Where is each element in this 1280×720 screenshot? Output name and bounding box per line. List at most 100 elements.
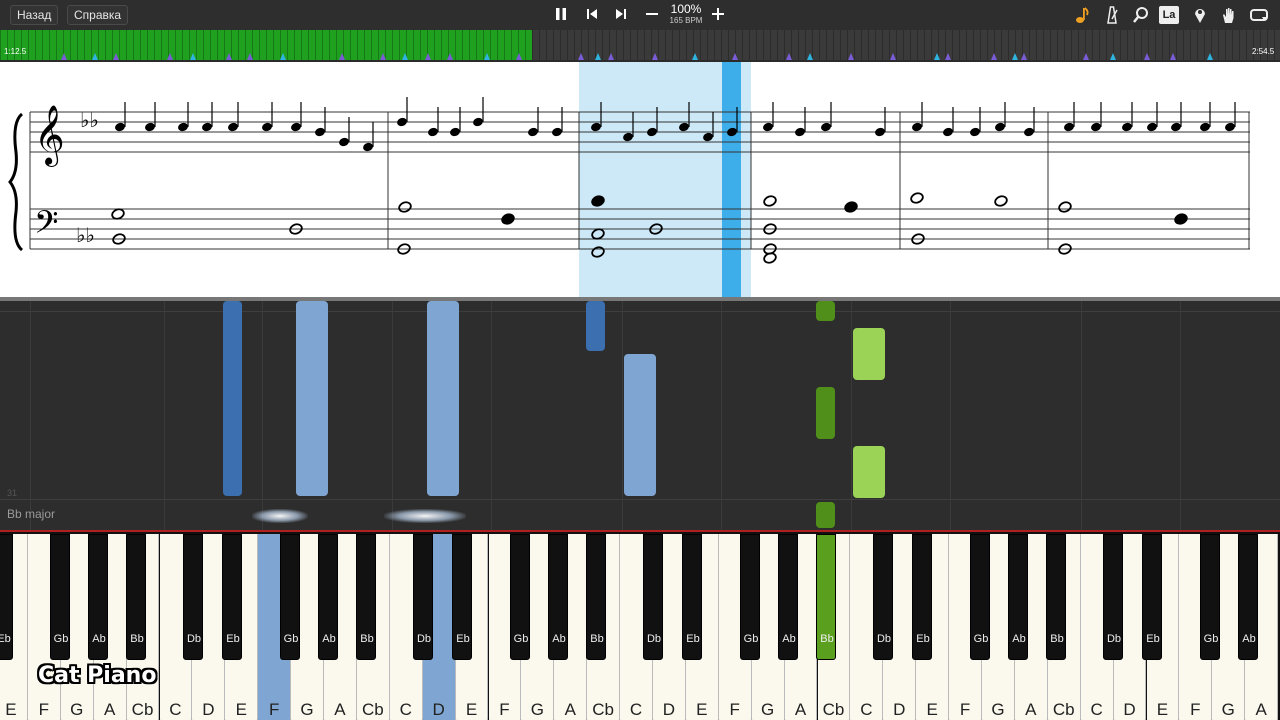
black-key[interactable]: Ab xyxy=(88,534,108,660)
note-head xyxy=(111,208,125,220)
grand-staff-brace xyxy=(8,112,24,252)
current-time: 1:12.5 xyxy=(4,47,27,56)
black-key[interactable]: Db xyxy=(183,534,203,660)
timeline-marker xyxy=(608,53,614,60)
note-head xyxy=(315,127,325,137)
timeline-marker xyxy=(484,53,490,60)
falling-note xyxy=(586,301,605,351)
skip-back-icon[interactable] xyxy=(581,4,603,28)
black-key[interactable]: Ab xyxy=(1008,534,1028,660)
black-key[interactable]: Gb xyxy=(740,534,760,660)
black-key[interactable]: Eb xyxy=(682,534,702,660)
marker-icon[interactable] xyxy=(1189,5,1211,25)
black-key[interactable]: Bb xyxy=(1046,534,1066,660)
key-label: Ab xyxy=(1012,633,1026,645)
key-label: Db xyxy=(646,633,662,645)
black-key[interactable]: Ab xyxy=(318,534,338,660)
help-button[interactable]: Справка xyxy=(67,5,129,25)
note-head xyxy=(1064,122,1074,132)
black-key[interactable]: Eb xyxy=(912,534,932,660)
plus-icon[interactable] xyxy=(707,4,729,28)
black-key[interactable]: Eb xyxy=(1142,534,1162,660)
black-key[interactable]: Db xyxy=(413,534,433,660)
key-label: A xyxy=(1025,700,1037,719)
sheet-music[interactable]: 𝄞 𝄢 ♭♭ ♭♭ xyxy=(0,62,1280,297)
timeline-marker xyxy=(692,53,698,60)
timeline-marker xyxy=(1170,53,1176,60)
hand-icon[interactable] xyxy=(1218,5,1240,25)
note-head xyxy=(763,195,777,207)
black-key[interactable]: Db xyxy=(873,534,893,660)
black-key[interactable]: Eb xyxy=(0,534,13,660)
note-head xyxy=(178,122,188,132)
loop-icon[interactable] xyxy=(1248,5,1270,25)
key-label: E xyxy=(696,700,708,719)
top-toolbar: Назад Справка 100% 165 BPM La xyxy=(0,0,1280,30)
key-label: Ab xyxy=(782,633,796,645)
black-key[interactable]: Eb xyxy=(222,534,242,660)
black-key[interactable]: Db xyxy=(1103,534,1123,660)
black-key[interactable]: Db xyxy=(643,534,663,660)
black-key[interactable]: Bb xyxy=(356,534,376,660)
black-key[interactable]: Gb xyxy=(510,534,530,660)
key-label: A xyxy=(794,700,807,719)
piano-keyboard[interactable]: E F G A Cb C D E F G A Cb C D E F G A Cb C D E F G A Cb C D E F G A Cb C D… xyxy=(0,530,1280,720)
key-label: Gb xyxy=(283,633,299,645)
falling-note xyxy=(296,301,328,496)
note-head xyxy=(1171,122,1181,132)
note-waterfall: 31 Bb major xyxy=(0,297,1280,534)
skip-forward-icon[interactable] xyxy=(610,4,632,28)
black-key[interactable]: Gb xyxy=(50,534,70,660)
key-label: E xyxy=(5,700,17,719)
black-key[interactable]: Bb xyxy=(126,534,146,660)
key-label: Gb xyxy=(973,633,989,645)
pause-icon[interactable] xyxy=(550,4,572,28)
note-head xyxy=(1147,122,1157,132)
note-head xyxy=(1024,127,1034,137)
key-label: F xyxy=(38,700,50,719)
note-head xyxy=(994,195,1008,207)
black-key[interactable]: Gb xyxy=(970,534,990,660)
timeline-marker xyxy=(113,53,119,60)
black-key[interactable]: Ab xyxy=(1238,534,1258,660)
falling-note xyxy=(816,502,835,528)
black-key[interactable]: Eb xyxy=(452,534,472,660)
black-key[interactable]: Bb xyxy=(816,534,836,660)
note-head xyxy=(1058,201,1072,213)
black-key[interactable]: Gb xyxy=(280,534,300,660)
metronome-icon[interactable] xyxy=(1101,5,1123,25)
timeline-marker xyxy=(226,53,232,60)
key-label: Bb xyxy=(820,633,834,645)
note-head xyxy=(552,127,562,137)
key-label: Bb xyxy=(1050,633,1064,645)
search-icon[interactable] xyxy=(1130,5,1152,25)
key-label: E xyxy=(465,700,478,719)
song-timeline[interactable]: 1:12.5 2:54.5 xyxy=(0,30,1280,60)
music-note-icon[interactable] xyxy=(1071,5,1093,25)
timeline-marker xyxy=(1012,53,1018,60)
back-button[interactable]: Назад xyxy=(10,5,59,25)
zoom-percent: 100% xyxy=(670,2,702,16)
key-label: Eb xyxy=(686,633,700,645)
key-label: Eb xyxy=(1146,633,1160,645)
black-key[interactable]: Ab xyxy=(778,534,798,660)
black-key[interactable]: Ab xyxy=(548,534,568,660)
treble-clef: 𝄞 xyxy=(34,105,65,167)
key-label: Bb xyxy=(130,633,144,645)
key-label: Eb xyxy=(226,633,240,645)
key-label: G xyxy=(1221,700,1235,719)
key-label: Eb xyxy=(916,633,930,645)
la-icon[interactable]: La xyxy=(1159,6,1179,24)
key-label: D xyxy=(1123,700,1136,719)
key-label: C xyxy=(169,700,182,719)
timeline-marker xyxy=(945,53,951,60)
black-key[interactable]: Gb xyxy=(1200,534,1220,660)
timeline-marker xyxy=(578,53,584,60)
key-label: Gb xyxy=(1203,633,1219,645)
black-key[interactable]: Bb xyxy=(586,534,606,660)
timeline-marker xyxy=(1207,53,1213,60)
timeline-marker xyxy=(786,53,792,60)
note-head xyxy=(875,127,885,137)
timeline-marker xyxy=(1083,53,1089,60)
minus-icon[interactable] xyxy=(641,4,663,28)
